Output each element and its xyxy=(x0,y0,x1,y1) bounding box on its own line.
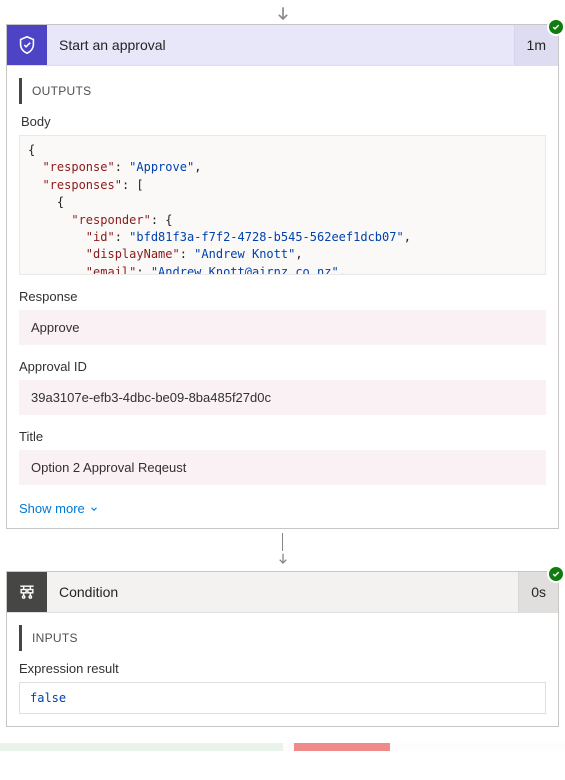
show-more-link[interactable]: Show more xyxy=(19,501,99,516)
body-label: Body xyxy=(21,114,544,129)
approval-icon xyxy=(7,25,47,65)
title-field-label: Title xyxy=(19,429,546,444)
arrow-down-icon xyxy=(275,551,291,567)
approval-card-header[interactable]: Start an approval 1m xyxy=(7,25,558,65)
response-value: Approve xyxy=(19,310,546,345)
condition-card-body: INPUTS Expression result false xyxy=(7,612,558,726)
outputs-section-label: OUTPUTS xyxy=(19,78,546,104)
response-label: Response xyxy=(19,289,546,304)
json-line: { xyxy=(28,143,35,157)
json-key: "id" xyxy=(86,230,115,244)
flow-arrow-top xyxy=(0,0,565,24)
approval-id-value: 39a3107e-efb3-4dbc-be09-8ba485f27d0c xyxy=(19,380,546,415)
chevron-down-icon xyxy=(89,504,99,514)
json-key: "displayName" xyxy=(86,247,180,261)
approval-title: Start an approval xyxy=(47,37,514,53)
inputs-section-label: INPUTS xyxy=(19,625,546,651)
branch-strip xyxy=(0,743,565,751)
json-val: "Andrew Knott" xyxy=(194,247,295,261)
json-key: "responses" xyxy=(42,178,121,192)
show-more-label: Show more xyxy=(19,501,85,516)
approval-card-body: OUTPUTS Body { "response": "Approve", "r… xyxy=(7,65,558,528)
json-line: { xyxy=(28,195,64,209)
success-badge-icon xyxy=(547,565,565,583)
json-val: "bfd81f3a-f7f2-4728-b545-562eef1dcb07" xyxy=(129,230,404,244)
json-key: "response" xyxy=(42,160,114,174)
condition-title: Condition xyxy=(47,584,518,600)
json-val: "Andrew.Knott@airnz.co.nz" xyxy=(151,265,339,275)
expression-result-value: false xyxy=(19,682,546,714)
condition-card-header[interactable]: Condition 0s xyxy=(7,572,558,612)
expression-result-label: Expression result xyxy=(19,661,546,676)
json-key: "email" xyxy=(86,265,137,275)
success-badge-icon xyxy=(547,18,565,36)
approval-id-label: Approval ID xyxy=(19,359,546,374)
condition-icon xyxy=(7,572,47,612)
json-key: "responder" xyxy=(71,213,150,227)
approval-card: Start an approval 1m OUTPUTS Body { "res… xyxy=(6,24,559,529)
flow-connector xyxy=(0,529,565,571)
json-val: "Approve" xyxy=(129,160,194,174)
title-field-value: Option 2 Approval Reqeust xyxy=(19,450,546,485)
json-output-box[interactable]: { "response": "Approve", "responses": [ … xyxy=(19,135,546,275)
condition-card: Condition 0s INPUTS Expression result fa… xyxy=(6,571,559,727)
